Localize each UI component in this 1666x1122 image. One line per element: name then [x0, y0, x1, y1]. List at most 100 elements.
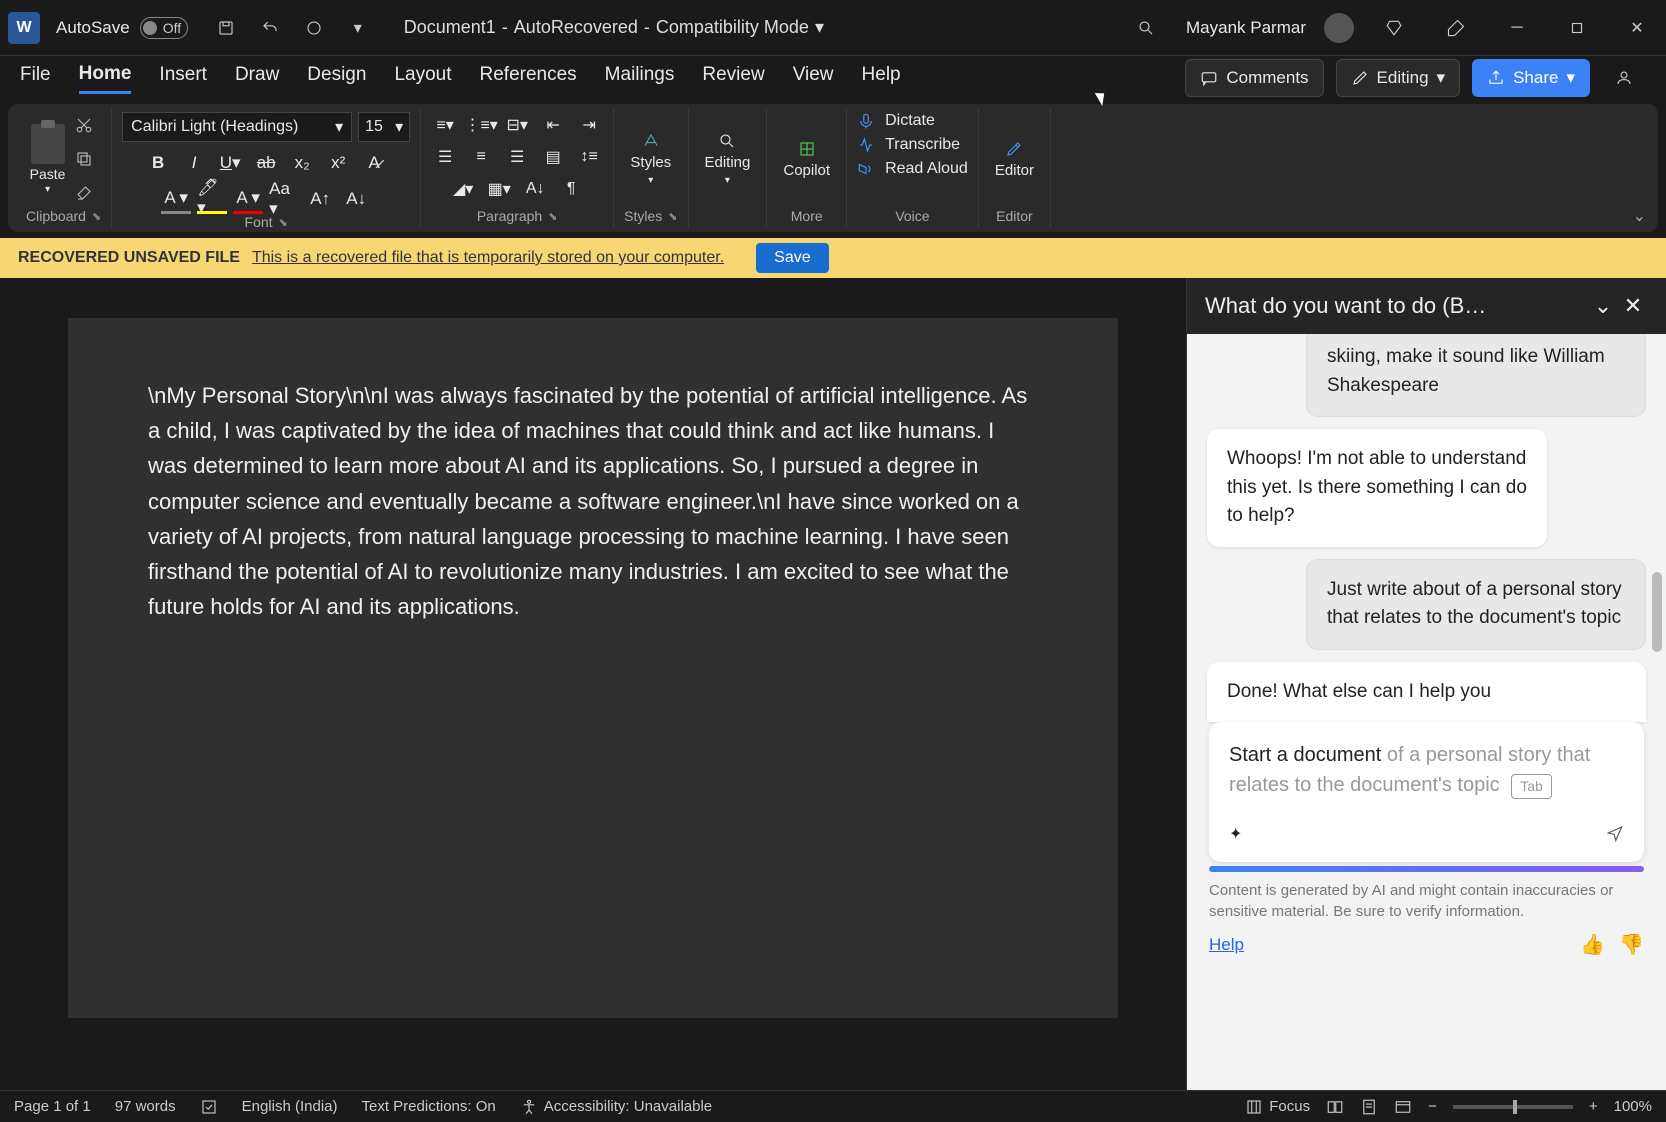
status-page[interactable]: Page 1 of 1: [14, 1098, 91, 1115]
bold-button[interactable]: B: [143, 148, 173, 178]
editor-button[interactable]: Editor: [989, 136, 1040, 183]
read-mode-icon[interactable]: [1326, 1098, 1344, 1116]
increase-indent-icon[interactable]: ⇥: [575, 112, 603, 138]
focus-mode-button[interactable]: Focus: [1245, 1098, 1310, 1116]
grow-font-icon[interactable]: A↑: [305, 184, 335, 214]
zoom-level[interactable]: 100%: [1614, 1098, 1652, 1115]
print-layout-icon[interactable]: [1360, 1098, 1378, 1116]
pane-collapse-icon[interactable]: ⌄: [1588, 293, 1618, 319]
tab-references[interactable]: References: [480, 64, 577, 92]
read-aloud-button[interactable]: Read Aloud: [857, 160, 968, 178]
decrease-indent-icon[interactable]: ⇤: [539, 112, 567, 138]
redo-icon[interactable]: [296, 10, 332, 46]
paste-button[interactable]: Paste ▾: [30, 124, 66, 195]
launcher-icon[interactable]: ⬊: [668, 210, 677, 223]
document-page[interactable]: \nMy Personal Story\n\nI was always fasc…: [68, 318, 1118, 1018]
tab-insert[interactable]: Insert: [159, 64, 207, 92]
chat-input-text[interactable]: Start a document of a personal story tha…: [1229, 740, 1624, 800]
editing-button[interactable]: Editing ▾: [699, 128, 757, 190]
status-predictions[interactable]: Text Predictions: On: [362, 1098, 496, 1115]
search-icon[interactable]: [1128, 10, 1164, 46]
save-icon[interactable]: [208, 10, 244, 46]
status-language[interactable]: English (India): [242, 1098, 338, 1115]
numbered-list-icon[interactable]: ⋮≡▾: [467, 112, 495, 138]
dictate-button[interactable]: Dictate: [857, 112, 935, 130]
help-link[interactable]: Help: [1209, 935, 1244, 955]
banner-link[interactable]: This is a recovered file that is tempora…: [252, 249, 724, 267]
font-color-button[interactable]: A ▾: [233, 184, 263, 214]
sort-icon[interactable]: A↓: [521, 176, 549, 202]
tab-review[interactable]: Review: [702, 64, 764, 92]
zoom-in-icon[interactable]: +: [1589, 1098, 1598, 1115]
document-text[interactable]: \nMy Personal Story\n\nI was always fasc…: [148, 378, 1038, 624]
thumbs-down-icon[interactable]: 👎: [1619, 932, 1644, 957]
strike-button[interactable]: ab: [251, 148, 281, 178]
launcher-icon[interactable]: ⬊: [92, 210, 101, 223]
comments-button[interactable]: Comments: [1185, 59, 1323, 97]
tab-draw[interactable]: Draw: [235, 64, 279, 92]
borders-icon[interactable]: ▦▾: [485, 176, 513, 202]
tab-layout[interactable]: Layout: [394, 64, 451, 92]
toggle-switch[interactable]: Off: [140, 17, 188, 39]
italic-button[interactable]: I: [179, 148, 209, 178]
tab-view[interactable]: View: [793, 64, 834, 92]
close-button[interactable]: ✕: [1616, 7, 1658, 49]
font-size-select[interactable]: 15▾: [358, 112, 410, 142]
zoom-out-icon[interactable]: −: [1428, 1098, 1437, 1115]
undo-icon[interactable]: [252, 10, 288, 46]
justify-icon[interactable]: ▤: [539, 144, 567, 170]
font-name-select[interactable]: Calibri Light (Headings)▾: [122, 112, 352, 142]
collapse-ribbon-icon[interactable]: ⌄: [1633, 206, 1646, 226]
thumbs-up-icon[interactable]: 👍: [1580, 932, 1605, 957]
styles-button[interactable]: Styles ▾: [624, 128, 677, 190]
align-center-icon[interactable]: ≡: [467, 144, 495, 170]
diamond-icon[interactable]: [1376, 10, 1412, 46]
zoom-slider[interactable]: [1453, 1105, 1573, 1109]
tab-mailings[interactable]: Mailings: [605, 64, 675, 92]
send-icon[interactable]: [1606, 824, 1624, 844]
banner-save-button[interactable]: Save: [756, 243, 828, 273]
copilot-button[interactable]: Copilot: [777, 136, 836, 183]
copy-icon[interactable]: [71, 146, 97, 172]
transcribe-button[interactable]: Transcribe: [857, 136, 960, 154]
status-words[interactable]: 97 words: [115, 1098, 176, 1115]
launcher-icon[interactable]: ⬊: [279, 216, 288, 229]
qat-dropdown-icon[interactable]: ▾: [340, 10, 376, 46]
format-painter-icon[interactable]: [71, 180, 97, 206]
status-accessibility[interactable]: Accessibility: Unavailable: [520, 1098, 712, 1116]
underline-button[interactable]: U ▾: [215, 148, 245, 178]
highlight-button[interactable]: 🖊 ▾: [197, 184, 227, 214]
editing-mode-button[interactable]: Editing ▾: [1336, 59, 1461, 97]
cut-icon[interactable]: [71, 112, 97, 138]
clear-format-icon[interactable]: A̷: [359, 148, 389, 178]
shrink-font-icon[interactable]: A↓: [341, 184, 371, 214]
align-left-icon[interactable]: ☰: [431, 144, 459, 170]
pane-close-icon[interactable]: ✕: [1618, 293, 1648, 319]
document-title[interactable]: Document1 - AutoRecovered - Compatibilit…: [404, 17, 824, 38]
change-case-button[interactable]: Aa ▾: [269, 184, 299, 214]
multilevel-list-icon[interactable]: ⊟▾: [503, 112, 531, 138]
tab-home[interactable]: Home: [79, 63, 132, 94]
user-name[interactable]: Mayank Parmar: [1186, 18, 1306, 38]
line-spacing-icon[interactable]: ↕≡: [575, 144, 603, 170]
share-button[interactable]: Share ▾: [1472, 59, 1590, 97]
scrollbar-thumb[interactable]: [1652, 572, 1662, 652]
launcher-icon[interactable]: ⬊: [548, 210, 557, 223]
avatar[interactable]: [1324, 13, 1354, 43]
autosave-toggle[interactable]: AutoSave Off: [56, 17, 188, 39]
sparkle-icon[interactable]: ✦: [1229, 824, 1242, 844]
web-layout-icon[interactable]: [1394, 1098, 1412, 1116]
bullets-icon[interactable]: ≡▾: [431, 112, 459, 138]
minimize-button[interactable]: ─: [1496, 7, 1538, 49]
profile-icon[interactable]: [1606, 60, 1642, 96]
tab-design[interactable]: Design: [307, 64, 366, 92]
document-canvas[interactable]: \nMy Personal Story\n\nI was always fasc…: [0, 278, 1186, 1094]
superscript-button[interactable]: x²: [323, 148, 353, 178]
shading-icon[interactable]: ◢▾: [449, 176, 477, 202]
brush-icon[interactable]: [1438, 10, 1474, 46]
maximize-button[interactable]: [1556, 7, 1598, 49]
chevron-down-icon[interactable]: ▾: [815, 17, 824, 38]
pane-scrollbar[interactable]: [1652, 342, 1662, 1086]
chat-input-box[interactable]: Start a document of a personal story tha…: [1209, 722, 1644, 862]
tab-help[interactable]: Help: [862, 64, 901, 92]
